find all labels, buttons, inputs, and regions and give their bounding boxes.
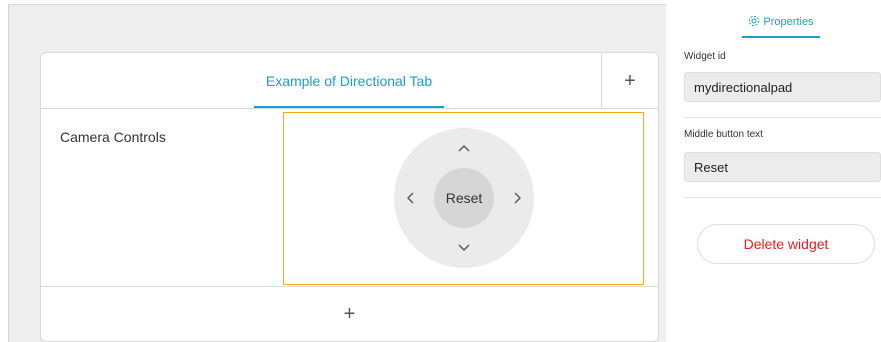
widget-id-field[interactable]: mydirectionalpad xyxy=(684,72,881,102)
widget-id-label: Widget id xyxy=(684,51,726,62)
divider xyxy=(684,197,881,198)
properties-panel: Properties Widget id mydirectionalpad Mi… xyxy=(666,0,881,342)
reset-button[interactable]: Reset xyxy=(434,168,494,228)
tab-properties-underline xyxy=(742,36,820,38)
panel-card: Example of Directional Tab + Camera Cont… xyxy=(40,52,659,342)
chevron-up-icon[interactable] xyxy=(454,138,474,158)
middle-button-text-label: Middle button text xyxy=(684,129,763,140)
gear-icon xyxy=(748,15,760,30)
tab-directional[interactable]: Example of Directional Tab xyxy=(254,53,444,109)
tab-properties-label: Properties xyxy=(763,16,814,28)
directional-pad-widget[interactable]: Reset xyxy=(283,112,644,285)
middle-button-text-field[interactable]: Reset xyxy=(684,152,881,182)
editor-canvas: Example of Directional Tab + Camera Cont… xyxy=(8,4,666,342)
tab-active-underline xyxy=(254,106,444,108)
add-tab-button[interactable]: + xyxy=(601,53,658,109)
delete-widget-button[interactable]: Delete widget xyxy=(697,224,875,264)
panel-tab-bar: Example of Directional Tab + xyxy=(41,53,658,109)
canvas-left-edge xyxy=(0,4,8,342)
chevron-down-icon[interactable] xyxy=(454,238,474,258)
chevron-left-icon[interactable] xyxy=(400,188,420,208)
divider xyxy=(684,117,881,118)
chevron-right-icon[interactable] xyxy=(508,188,528,208)
directional-pad: Reset xyxy=(394,128,534,268)
add-row-button[interactable]: + xyxy=(41,286,658,341)
row-label: Camera Controls xyxy=(60,129,166,145)
tab-properties[interactable]: Properties xyxy=(742,8,820,36)
